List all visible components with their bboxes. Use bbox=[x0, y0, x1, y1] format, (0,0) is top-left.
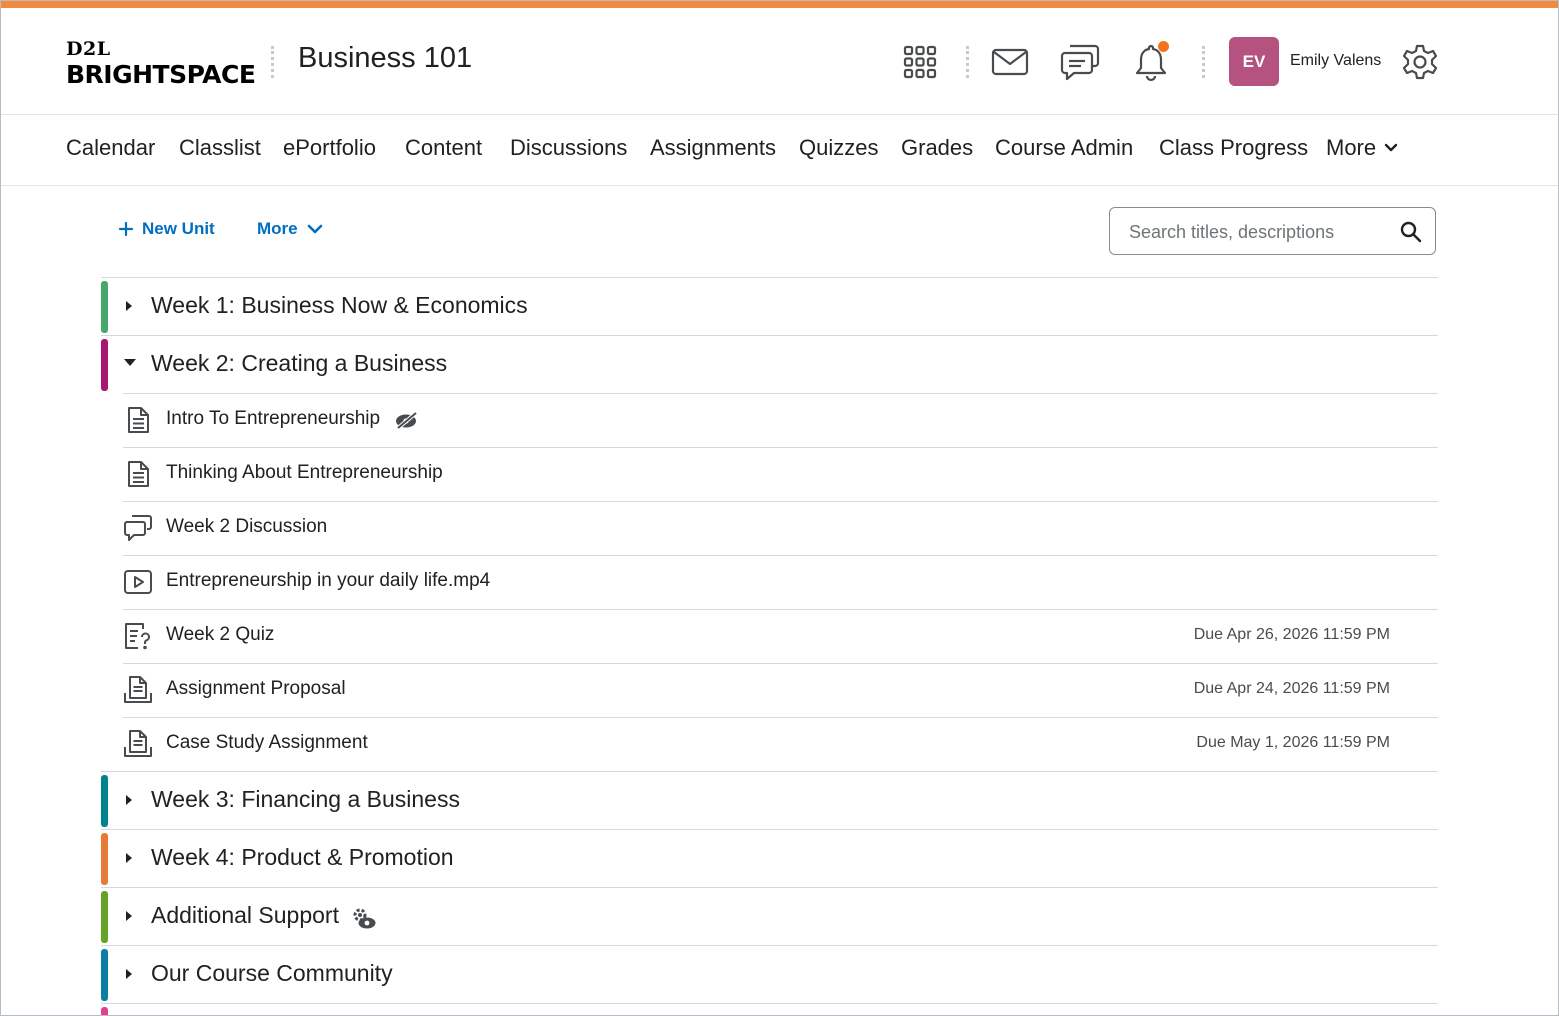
topic-title[interactable]: Week 2 Quiz bbox=[166, 624, 274, 646]
user-name[interactable]: Emily Valens bbox=[1290, 52, 1381, 70]
topic-title[interactable]: Thinking About Entrepreneurship bbox=[166, 462, 443, 484]
topic-title[interactable]: Intro To Entrepreneurship bbox=[166, 408, 380, 430]
course-navbar: Calendar Classlist ePortfolio Content Di… bbox=[1, 115, 1558, 186]
header-divider bbox=[1202, 46, 1205, 78]
plus-icon bbox=[118, 221, 134, 237]
chat-icon[interactable] bbox=[1059, 41, 1101, 83]
topic-title[interactable]: Assignment Proposal bbox=[166, 678, 346, 700]
nav-more-menu[interactable]: More bbox=[1326, 135, 1398, 161]
nav-item-calendar[interactable]: Calendar bbox=[66, 135, 155, 161]
unit-title[interactable]: Week 1: Business Now & Economics bbox=[151, 292, 528, 319]
hidden-eye-icon bbox=[396, 411, 418, 430]
topic-title[interactable]: Case Study Assignment bbox=[166, 732, 368, 754]
unit-color-bar bbox=[101, 281, 108, 333]
document-icon bbox=[128, 461, 149, 487]
avatar[interactable]: EV bbox=[1229, 37, 1279, 86]
document-icon bbox=[128, 407, 149, 433]
brightspace-logo[interactable]: D2L BRIGHTSPACE bbox=[66, 38, 256, 94]
topic-row[interactable]: Thinking About Entrepreneurship bbox=[123, 447, 1438, 501]
caret-right-icon[interactable] bbox=[123, 793, 135, 807]
topic-row[interactable]: Week 2 Discussion bbox=[123, 501, 1438, 555]
assignment-icon bbox=[124, 730, 152, 757]
unit-row[interactable]: Week 4: Product & Promotion bbox=[101, 829, 1438, 887]
search-icon[interactable] bbox=[1399, 220, 1423, 244]
top-accent-bar bbox=[1, 1, 1558, 8]
chevron-down-icon bbox=[307, 224, 322, 234]
caret-right-icon[interactable] bbox=[123, 299, 135, 313]
notification-dot bbox=[1158, 41, 1169, 52]
quiz-icon bbox=[125, 623, 150, 650]
nav-item-class-progress[interactable]: Class Progress bbox=[1159, 135, 1308, 161]
topic-title[interactable]: Week 2 Discussion bbox=[166, 516, 327, 538]
unit-row[interactable]: Week 3: Financing a Business bbox=[101, 771, 1438, 829]
search-field bbox=[1109, 207, 1436, 255]
nav-more-label: More bbox=[1326, 135, 1377, 160]
unit-row[interactable]: Our Course Community bbox=[101, 945, 1438, 1003]
nav-item-eportfolio[interactable]: ePortfolio bbox=[283, 135, 376, 161]
logo-brightspace-text: BRIGHTSPACE bbox=[66, 60, 256, 89]
release-conditions-icon bbox=[353, 908, 376, 929]
unit-row[interactable]: Additional Support bbox=[101, 887, 1438, 945]
caret-right-icon[interactable] bbox=[123, 909, 135, 923]
unit-color-bar bbox=[101, 949, 108, 1001]
header-divider bbox=[271, 46, 274, 78]
nav-item-course-admin[interactable]: Course Admin bbox=[995, 135, 1133, 161]
header-divider bbox=[966, 46, 969, 78]
chevron-down-icon bbox=[1384, 143, 1398, 152]
header-bar: D2L BRIGHTSPACE Business 101 EV Emily Va… bbox=[1, 8, 1558, 115]
topic-row[interactable]: Assignment Proposal Due Apr 24, 2026 11:… bbox=[123, 663, 1438, 717]
nav-item-classlist[interactable]: Classlist bbox=[179, 135, 261, 161]
topic-row[interactable]: Case Study Assignment Due May 1, 2026 11… bbox=[123, 717, 1438, 771]
unit-title[interactable]: Additional Support bbox=[151, 902, 339, 929]
search-input[interactable] bbox=[1127, 216, 1391, 248]
unit-row[interactable]: Week 1: Business Now & Economics bbox=[101, 277, 1438, 335]
assignment-icon bbox=[124, 676, 152, 703]
unit-title[interactable]: Our Course Community bbox=[151, 960, 393, 987]
unit-color-bar bbox=[101, 775, 108, 827]
new-unit-button[interactable]: New Unit bbox=[118, 219, 215, 239]
topic-row[interactable]: Intro To Entrepreneurship bbox=[123, 393, 1438, 447]
video-icon bbox=[124, 570, 152, 594]
unit-color-bar bbox=[101, 339, 108, 391]
due-date: Due May 1, 2026 11:59 PM bbox=[1196, 734, 1390, 751]
unit-color-bar bbox=[101, 891, 108, 943]
due-date: Due Apr 26, 2026 11:59 PM bbox=[1193, 626, 1390, 643]
new-unit-label: New Unit bbox=[142, 219, 215, 238]
unit-row[interactable]: Week 2: Creating a Business bbox=[101, 335, 1438, 393]
nav-item-grades[interactable]: Grades bbox=[901, 135, 973, 161]
caret-right-icon[interactable] bbox=[123, 967, 135, 981]
due-date: Due Apr 24, 2026 11:59 PM bbox=[1193, 680, 1390, 697]
unit-color-bar bbox=[101, 833, 108, 885]
nav-item-assignments[interactable]: Assignments bbox=[650, 135, 776, 161]
caret-down-icon[interactable] bbox=[123, 357, 137, 369]
waffle-grid-icon[interactable] bbox=[900, 42, 940, 82]
topic-row[interactable]: Week 2 Quiz Due Apr 26, 2026 11:59 PM bbox=[123, 609, 1438, 663]
caret-right-icon[interactable] bbox=[123, 851, 135, 865]
discussion-icon bbox=[124, 515, 152, 541]
unit-title[interactable]: Week 4: Product & Promotion bbox=[151, 844, 454, 871]
nav-item-discussions[interactable]: Discussions bbox=[510, 135, 627, 161]
mail-icon[interactable] bbox=[989, 44, 1031, 80]
logo-d2l-text: D2L bbox=[66, 38, 111, 60]
unit-title[interactable]: Week 2: Creating a Business bbox=[151, 350, 447, 377]
content-unit-list: Week 1: Business Now & Economics Week 2:… bbox=[101, 277, 1438, 1015]
nav-item-content[interactable]: Content bbox=[405, 135, 482, 161]
topic-row[interactable]: Entrepreneurship in your daily life.mp4 bbox=[123, 555, 1438, 609]
topic-title[interactable]: Entrepreneurship in your daily life.mp4 bbox=[166, 570, 490, 592]
course-title[interactable]: Business 101 bbox=[298, 42, 472, 75]
nav-item-quizzes[interactable]: Quizzes bbox=[799, 135, 878, 161]
unit-color-bar bbox=[101, 1007, 108, 1015]
gear-icon[interactable] bbox=[1399, 41, 1441, 83]
more-actions-label: More bbox=[257, 219, 298, 238]
next-unit-peek bbox=[101, 1003, 1438, 1015]
more-actions-button[interactable]: More bbox=[257, 219, 324, 239]
app-window: D2L BRIGHTSPACE Business 101 EV Emily Va… bbox=[0, 0, 1559, 1016]
unit-title[interactable]: Week 3: Financing a Business bbox=[151, 786, 460, 813]
